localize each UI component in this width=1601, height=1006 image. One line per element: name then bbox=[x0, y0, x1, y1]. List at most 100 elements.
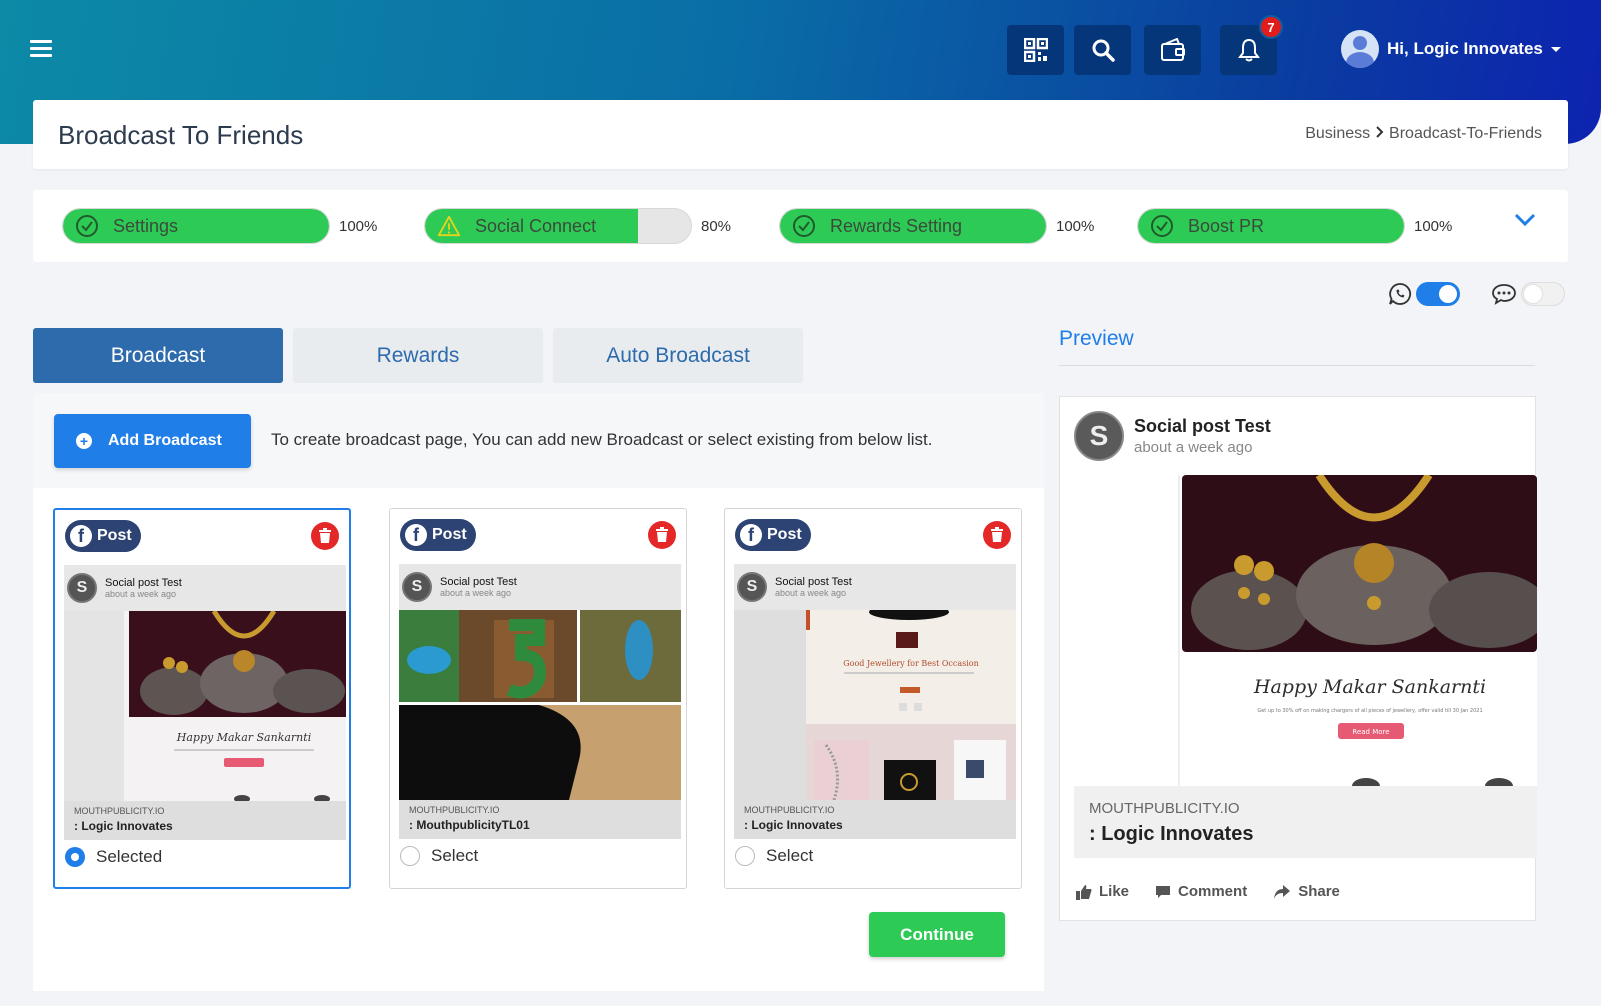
facebook-icon: f bbox=[70, 525, 92, 547]
comment-button[interactable]: Comment bbox=[1155, 883, 1247, 900]
preview-author: Social post Test bbox=[1134, 416, 1271, 436]
post-type-badge[interactable]: f Post bbox=[400, 519, 476, 551]
post-image: Happy Makar Sankarnti bbox=[64, 611, 346, 801]
delete-button[interactable] bbox=[983, 521, 1011, 549]
progress-social-connect[interactable]: Social Connect 80% bbox=[424, 208, 731, 244]
share-icon bbox=[1274, 884, 1291, 899]
select-radio[interactable]: Select bbox=[400, 846, 478, 866]
radio-button[interactable] bbox=[735, 846, 755, 866]
share-button[interactable]: Share bbox=[1273, 883, 1340, 900]
qr-code-button[interactable] bbox=[1007, 25, 1064, 75]
radio-button[interactable] bbox=[400, 846, 420, 866]
avatar: S bbox=[402, 572, 432, 602]
avatar: S bbox=[1074, 411, 1124, 461]
radio-button[interactable] bbox=[65, 847, 85, 867]
post-site: MOUTHPUBLICITY.IO bbox=[744, 805, 835, 815]
divider bbox=[1059, 365, 1535, 366]
hamburger-menu-icon[interactable] bbox=[30, 36, 58, 62]
preview-heading: Preview bbox=[1059, 327, 1134, 350]
continue-button[interactable]: Continue bbox=[869, 912, 1005, 957]
preview-actions: Like Comment Share bbox=[1076, 883, 1366, 900]
select-radio[interactable]: Selected bbox=[65, 847, 162, 867]
post-author: Social post Test bbox=[105, 577, 182, 589]
progress-settings[interactable]: Settings 100% bbox=[62, 208, 377, 244]
post-type-badge[interactable]: f Post bbox=[65, 520, 141, 552]
post-time: about a week ago bbox=[105, 589, 177, 599]
avatar bbox=[1341, 30, 1379, 68]
select-radio[interactable]: Select bbox=[735, 846, 813, 866]
sms-toggle[interactable] bbox=[1521, 282, 1565, 306]
tab-auto-broadcast[interactable]: Auto Broadcast bbox=[553, 328, 803, 383]
select-label: Select bbox=[766, 846, 814, 865]
post-business: : MouthpublicityTL01 bbox=[409, 818, 530, 832]
notifications-button[interactable]: 7 bbox=[1220, 15, 1283, 75]
chevron-right-icon bbox=[1375, 126, 1384, 138]
chevron-down-icon bbox=[1514, 213, 1536, 227]
add-broadcast-hint: To create broadcast page, You can add ne… bbox=[271, 430, 933, 449]
search-button[interactable] bbox=[1074, 25, 1131, 75]
broadcast-card[interactable]: f Post S Social post Test about a week ago… bbox=[53, 508, 351, 889]
post-image bbox=[399, 610, 681, 800]
check-circle-icon bbox=[792, 214, 816, 238]
like-button[interactable]: Like bbox=[1076, 883, 1129, 900]
post-business: : Logic Innovates bbox=[744, 818, 843, 832]
search-icon bbox=[1092, 39, 1115, 62]
preview-card: S Social post Test about a week ago Happ… bbox=[1059, 396, 1537, 921]
tab-rewards[interactable]: Rewards bbox=[293, 328, 543, 383]
broadcast-card[interactable]: f Post S Social post Test about a week ago… bbox=[389, 508, 687, 889]
setup-progress-card: Settings 100% Social Connect 80% Rewards… bbox=[33, 190, 1568, 262]
broadcast-card[interactable]: f Post S Social post Test about a week ago… bbox=[724, 508, 1022, 889]
add-broadcast-button[interactable]: + Add Broadcast bbox=[54, 414, 251, 468]
page-header-card: Broadcast To Friends Business Broadcast-… bbox=[33, 100, 1568, 169]
post-image: Good Jewellery for Best Occasion bbox=[734, 610, 1016, 800]
breadcrumb-current: Broadcast-To-Friends bbox=[1389, 125, 1542, 142]
facebook-icon: f bbox=[740, 524, 762, 546]
wallet-button[interactable] bbox=[1144, 25, 1201, 75]
progress-label: Social Connect bbox=[475, 215, 597, 236]
select-label: Select bbox=[431, 846, 479, 865]
progress-label: Boost PR bbox=[1188, 215, 1265, 236]
expand-progress-button[interactable] bbox=[1513, 212, 1537, 233]
offer-text: Get up to 30% off on making chargers of … bbox=[1257, 708, 1482, 714]
wallet-icon bbox=[1160, 38, 1185, 61]
post-site: MOUTHPUBLICITY.IO bbox=[74, 806, 165, 816]
trash-icon bbox=[319, 528, 331, 543]
post-preview: S Social post Test about a week ago Happy… bbox=[64, 565, 346, 840]
post-type-badge[interactable]: f Post bbox=[735, 519, 811, 551]
read-more-text: Read More bbox=[1352, 728, 1389, 736]
breadcrumb-business[interactable]: Business bbox=[1305, 125, 1370, 142]
comment-label: Comment bbox=[1178, 883, 1248, 900]
facebook-icon: f bbox=[405, 524, 427, 546]
select-label: Selected bbox=[96, 847, 163, 866]
progress-percent: 100% bbox=[339, 217, 378, 235]
caret-down-icon bbox=[1550, 46, 1561, 52]
like-label: Like bbox=[1099, 883, 1130, 900]
post-type-label: Post bbox=[97, 527, 132, 544]
post-type-label: Post bbox=[767, 526, 802, 543]
post-business: : Logic Innovates bbox=[74, 819, 173, 833]
post-preview: S Social post Test about a week ago Good … bbox=[734, 564, 1016, 839]
progress-rewards-setting[interactable]: Rewards Setting 100% bbox=[779, 208, 1094, 244]
breadcrumb: Business Broadcast-To-Friends bbox=[1305, 125, 1542, 143]
post-time: about a week ago bbox=[440, 588, 512, 598]
preview-business: : Logic Innovates bbox=[1089, 823, 1254, 845]
share-label: Share bbox=[1298, 883, 1340, 900]
preview-time: about a week ago bbox=[1134, 439, 1253, 456]
add-broadcast-label: Add Broadcast bbox=[108, 432, 222, 449]
progress-percent: 100% bbox=[1414, 217, 1453, 235]
greeting-text: Happy Makar Sankarnti bbox=[176, 731, 311, 744]
progress-bar: Social Connect bbox=[424, 208, 692, 244]
avatar: S bbox=[67, 573, 97, 603]
tab-broadcast[interactable]: Broadcast bbox=[33, 328, 283, 383]
delete-button[interactable] bbox=[648, 521, 676, 549]
progress-bar: Boost PR bbox=[1137, 208, 1405, 244]
delete-button[interactable] bbox=[311, 522, 339, 550]
preview-image: Happy Makar Sankarnti Get up to 30% off … bbox=[1074, 475, 1537, 786]
notification-badge: 7 bbox=[1259, 15, 1283, 39]
add-broadcast-bar: + Add Broadcast To create broadcast page… bbox=[33, 393, 1044, 488]
user-menu[interactable]: Hi, Logic Innovates bbox=[1341, 30, 1561, 68]
bell-icon bbox=[1237, 38, 1260, 62]
progress-boost-pr[interactable]: Boost PR 100% bbox=[1137, 208, 1452, 244]
sms-toggle-group bbox=[1491, 282, 1565, 306]
whatsapp-toggle[interactable] bbox=[1416, 282, 1460, 306]
